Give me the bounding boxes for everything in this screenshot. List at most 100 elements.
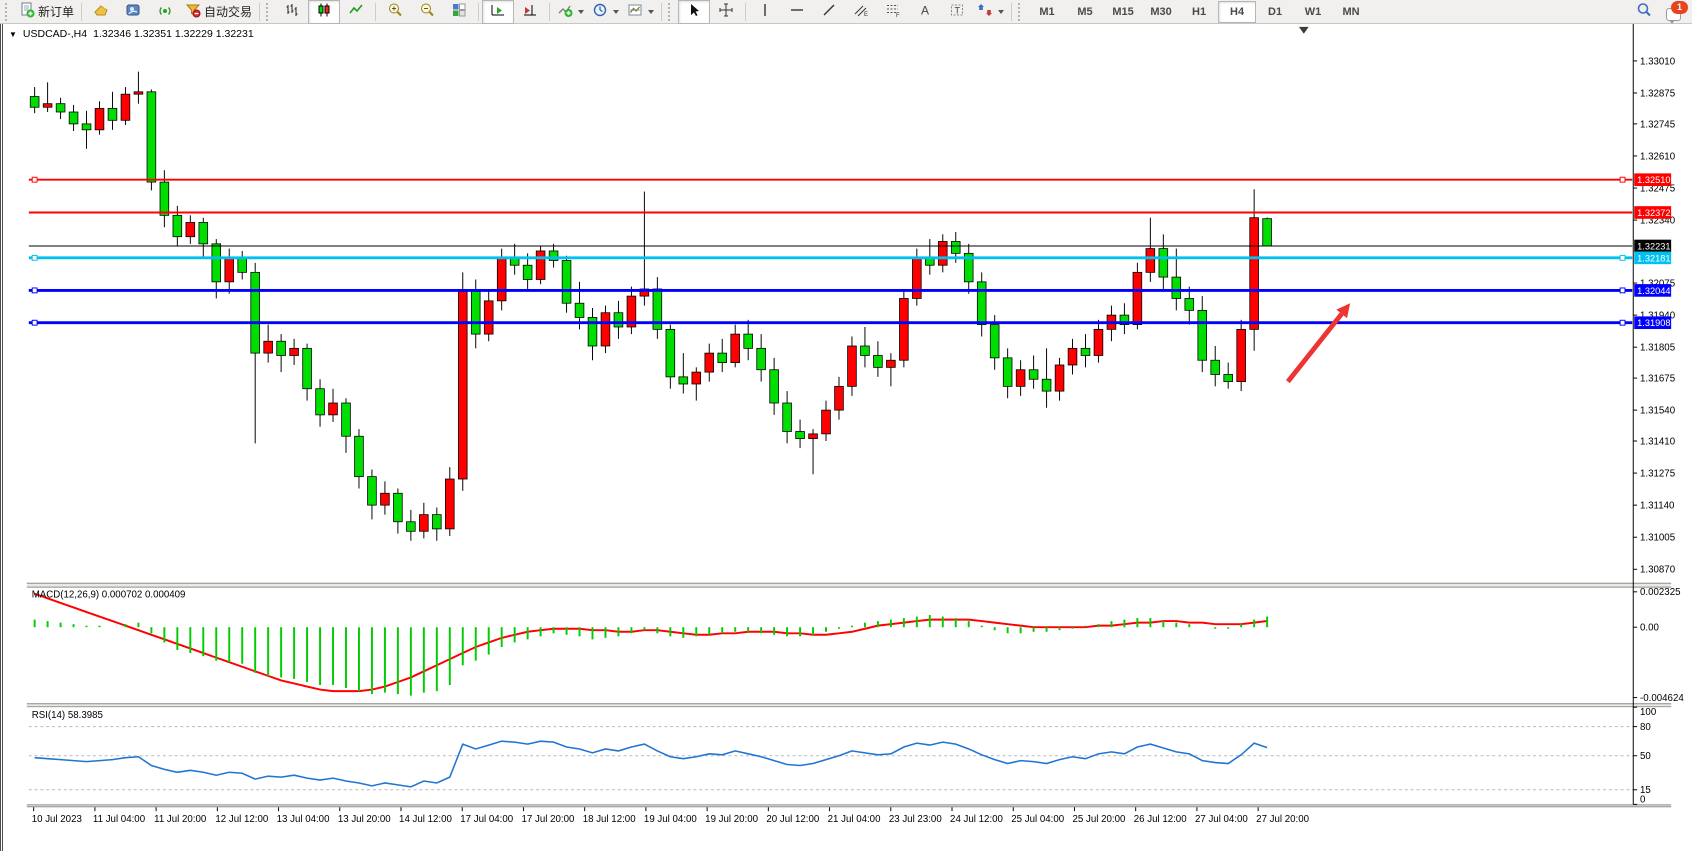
candle-body: [160, 182, 169, 215]
arrows-dropdown-caret[interactable]: [998, 10, 1004, 14]
candle-body: [121, 94, 130, 120]
auto-scroll-icon: [490, 2, 506, 21]
pane-splitter[interactable]: [27, 804, 1671, 807]
fibonacci-tool-button[interactable]: F: [877, 0, 909, 24]
periods-button[interactable]: [588, 0, 623, 24]
chart-symbol-period: USDCAD-,H4: [23, 28, 87, 40]
signals-button[interactable]: [149, 0, 181, 24]
toolbar-drag-handle[interactable]: [266, 3, 273, 21]
horizontal-line-object[interactable]: [29, 288, 1632, 293]
candle-body: [951, 241, 960, 253]
market-watch-button[interactable]: [85, 0, 117, 24]
candle-body: [783, 403, 792, 432]
vertical-line-tool-button[interactable]: [749, 0, 781, 24]
svg-text:1.32372: 1.32372: [1637, 208, 1670, 218]
candlestick-chart-icon: [316, 2, 332, 21]
line-endpoint-marker: [1620, 255, 1625, 260]
timeframe-h4-button[interactable]: H4: [1218, 1, 1256, 23]
svg-text:1.31675: 1.31675: [1640, 373, 1675, 384]
zoom-out-button[interactable]: [411, 0, 443, 24]
svg-text:1.32745: 1.32745: [1640, 119, 1675, 130]
auto-scroll-button[interactable]: [482, 0, 514, 24]
candle-body: [1003, 358, 1012, 387]
horizontal-line-object[interactable]: [29, 177, 1632, 182]
svg-text:100: 100: [1640, 707, 1657, 718]
svg-text:0: 0: [1640, 794, 1646, 805]
candle-body: [1198, 310, 1207, 360]
zoom-in-button[interactable]: [379, 0, 411, 24]
toolbar-drag-handle[interactable]: [5, 3, 12, 21]
chart-area[interactable]: ▼ USDCAD-,H4 1.32346 1.32351 1.32229 1.3…: [0, 24, 1692, 851]
equidistant-channel-tool-button[interactable]: E: [845, 0, 877, 24]
separator: [81, 3, 82, 21]
pane-splitter[interactable]: [27, 703, 1671, 707]
svg-text:10 Jul 2023: 10 Jul 2023: [32, 814, 82, 825]
separator: [661, 3, 662, 21]
line-chart-icon: [348, 2, 364, 21]
toolbar-drag-handle[interactable]: [1018, 3, 1025, 21]
timeframe-m15-button[interactable]: M15: [1104, 1, 1142, 23]
timeframe-h1-button[interactable]: H1: [1180, 1, 1218, 23]
templates-button[interactable]: [623, 0, 658, 24]
candle-body: [251, 272, 260, 353]
text-label-tool-button[interactable]: T: [941, 0, 973, 24]
templates-dropdown-caret[interactable]: [648, 10, 654, 14]
candle-body: [445, 479, 454, 529]
indicators-dropdown-caret[interactable]: [578, 10, 584, 14]
candlestick-chart-button[interactable]: [308, 0, 340, 24]
svg-text:13 Jul 20:00: 13 Jul 20:00: [338, 814, 391, 825]
periods-icon: [592, 2, 608, 21]
new-order-button[interactable]: 新订单: [15, 0, 78, 24]
horizontal-line-tool-button[interactable]: [781, 0, 813, 24]
trendline-tool-button[interactable]: [813, 0, 845, 24]
tile-windows-button[interactable]: [443, 0, 475, 24]
data-window-button[interactable]: [117, 0, 149, 24]
macd-label: MACD(12,26,9) 0.000702 0.000409: [32, 589, 186, 600]
time-axis[interactable]: 10 Jul 202311 Jul 04:0011 Jul 20:0012 Ju…: [32, 807, 1310, 825]
search-icon: [1636, 2, 1652, 21]
svg-text:1.32181: 1.32181: [1637, 253, 1670, 263]
text-tool-button[interactable]: A: [909, 0, 941, 24]
chart-canvas[interactable]: 1.330101.328751.327451.326101.324751.323…: [3, 24, 1692, 851]
timeframe-w1-button[interactable]: W1: [1294, 1, 1332, 23]
candle-body: [394, 493, 403, 522]
bar-chart-button[interactable]: [276, 0, 308, 24]
candle-body: [1263, 219, 1272, 246]
cursor-button[interactable]: [678, 0, 710, 24]
candle-body: [419, 515, 428, 532]
indicators-button[interactable]: [553, 0, 588, 24]
pane-splitter[interactable]: [27, 583, 1671, 588]
line-endpoint-marker: [1620, 320, 1625, 325]
timeframe-m1-button[interactable]: M1: [1028, 1, 1066, 23]
timeframe-m5-button[interactable]: M5: [1066, 1, 1104, 23]
candle-body: [303, 348, 312, 388]
arrows-tool-button[interactable]: [973, 0, 1008, 24]
svg-text:11 Jul 04:00: 11 Jul 04:00: [93, 814, 146, 825]
candle-body: [705, 353, 714, 372]
candle-body: [82, 124, 91, 130]
line-endpoint-marker: [32, 288, 37, 293]
chart-shift-button[interactable]: [514, 0, 546, 24]
autotrading-button[interactable]: 自动交易: [181, 0, 256, 24]
periods-dropdown-caret[interactable]: [613, 10, 619, 14]
timeframe-m30-button[interactable]: M30: [1142, 1, 1180, 23]
horizontal-line-object[interactable]: [29, 255, 1632, 260]
chart-shift-marker[interactable]: [1299, 27, 1309, 34]
candle-body: [225, 258, 234, 282]
timeframe-d1-button[interactable]: D1: [1256, 1, 1294, 23]
crosshair-button[interactable]: [710, 0, 742, 24]
search-button[interactable]: [1628, 0, 1660, 24]
svg-text:1.32875: 1.32875: [1640, 88, 1675, 99]
svg-text:18 Jul 12:00: 18 Jul 12:00: [583, 814, 636, 825]
toolbar-drag-handle[interactable]: [668, 3, 675, 21]
line-chart-button[interactable]: [340, 0, 372, 24]
price-tag: 1.32510: [1634, 173, 1671, 186]
price-axis[interactable]: 1.330101.328751.327451.326101.324751.323…: [1633, 56, 1675, 575]
chart-title-dropdown-icon[interactable]: ▼: [9, 30, 17, 39]
notifications-button[interactable]: 1: [1666, 3, 1686, 21]
timeframe-mn-button[interactable]: MN: [1332, 1, 1370, 23]
candle-body: [1250, 218, 1259, 330]
horizontal-line-object[interactable]: [29, 320, 1632, 325]
annotation-arrow[interactable]: [1288, 303, 1350, 381]
candle-body: [56, 104, 65, 112]
